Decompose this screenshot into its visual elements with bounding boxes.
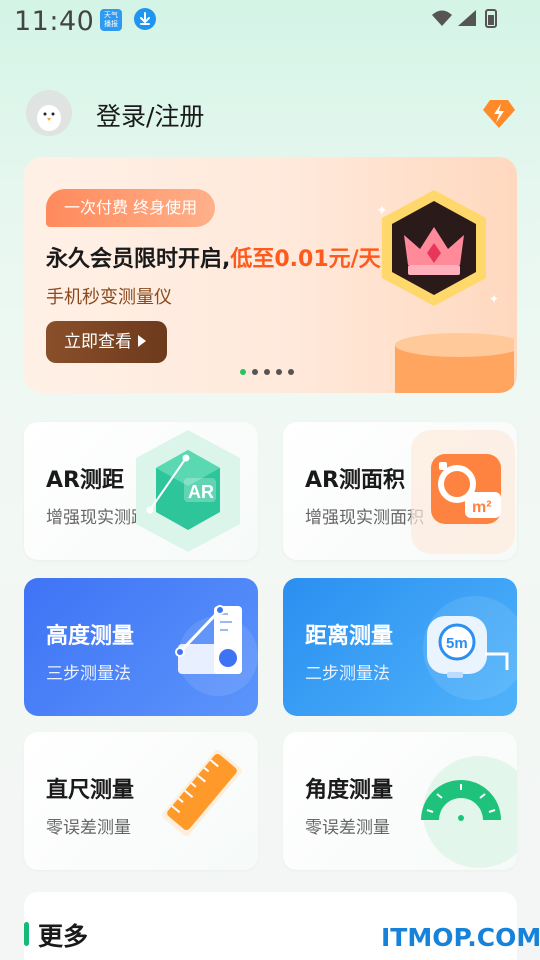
download-icon — [134, 8, 156, 30]
status-indicators — [430, 7, 500, 29]
section-accent-bar — [24, 922, 29, 946]
card-title: 距离测量 — [305, 624, 394, 649]
ruler-measure-card[interactable]: 直尺测量 零误差测量 — [24, 732, 258, 870]
svg-text:m²: m² — [472, 499, 492, 516]
more-section-title: 更多 — [38, 922, 89, 951]
carousel-indicator — [240, 369, 294, 377]
card-title: AR测距 — [46, 468, 124, 493]
promo-banner[interactable]: 一次付费 终身使用 永久会员限时开启,低至0.01元/天 手机秒变测量仪 立即查… — [24, 157, 517, 393]
carousel-dot — [288, 369, 294, 375]
card-title: 高度测量 — [46, 624, 135, 649]
wifi-icon — [432, 10, 452, 26]
svg-text:✦: ✦ — [489, 292, 499, 306]
card-title: 直尺测量 — [46, 778, 135, 803]
banner-title: 永久会员限时开启,低至0.01元/天 — [46, 247, 381, 272]
svg-text:✦: ✦ — [376, 203, 388, 219]
card-subtitle: 零误差测量 — [46, 818, 131, 838]
card-subtitle: 二步测量法 — [305, 664, 390, 684]
login-register-link[interactable]: 登录/注册 — [96, 97, 204, 133]
height-measure-icon — [128, 578, 258, 716]
watermark: ITMOP.COM — [381, 923, 540, 952]
view-now-button[interactable]: 立即查看 — [46, 321, 167, 363]
carousel-dot — [264, 369, 270, 375]
banner-title-highlight: 低至0.01元/天 — [230, 247, 381, 272]
card-subtitle: 三步测量法 — [46, 664, 131, 684]
status-time: 11:40 — [14, 6, 95, 37]
protractor-icon — [387, 732, 517, 870]
avatar[interactable] — [26, 90, 72, 136]
crown-badge-illustration: ✦ ✦ — [364, 185, 517, 393]
status-bar: 11:40 天气 播报 — [0, 0, 540, 44]
ar-distance-icon: AR — [128, 422, 258, 560]
carousel-dot — [276, 369, 282, 375]
ruler-icon — [128, 732, 258, 870]
vip-diamond-icon[interactable] — [482, 96, 516, 130]
ar-area-icon: m² — [387, 422, 517, 560]
play-arrow-icon — [138, 335, 146, 347]
carousel-dot — [240, 369, 246, 375]
carousel-dot — [252, 369, 258, 375]
signal-icon — [458, 10, 476, 26]
card-subtitle: 零误差测量 — [305, 818, 390, 838]
weather-app-icon: 天气 播报 — [100, 9, 122, 31]
angle-measure-card[interactable]: 角度测量 零误差测量 — [283, 732, 517, 870]
svg-text:AR: AR — [188, 482, 214, 502]
banner-tag: 一次付费 终身使用 — [46, 189, 216, 227]
svg-text:5m: 5m — [446, 635, 468, 652]
distance-measure-card[interactable]: 距离测量 二步测量法 5m — [283, 578, 517, 716]
card-title: 角度测量 — [305, 778, 394, 803]
height-measure-card[interactable]: 高度测量 三步测量法 — [24, 578, 258, 716]
ar-distance-card[interactable]: AR测距 增强现实测距 AR — [24, 422, 258, 560]
ar-area-card[interactable]: AR测面积 增强现实测面积 m² — [283, 422, 517, 560]
banner-subtitle: 手机秒变测量仪 — [46, 287, 172, 308]
tape-measure-icon: 5m — [387, 578, 517, 716]
